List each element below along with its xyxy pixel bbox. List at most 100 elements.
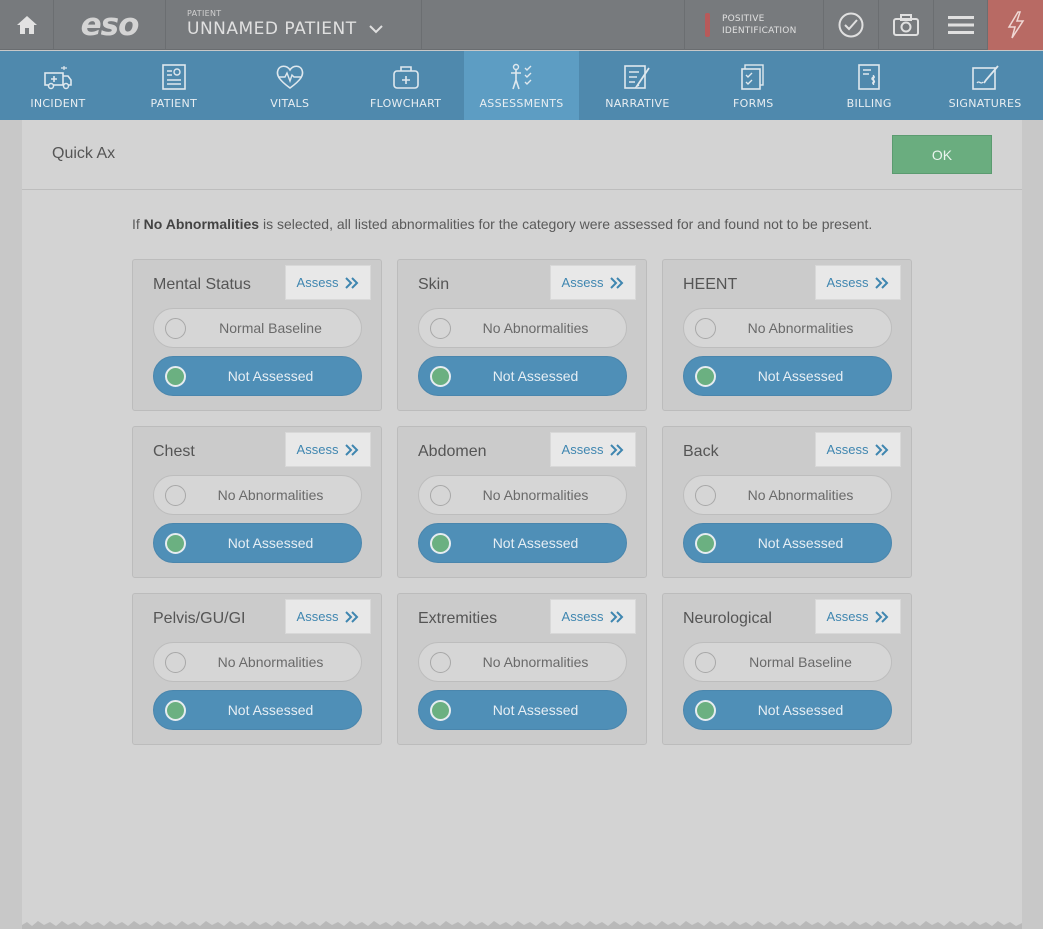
ok-button[interactable]: OK [892, 135, 992, 174]
nav-vitals[interactable]: VITALS [232, 51, 348, 120]
assess-button[interactable]: Assess [285, 432, 371, 467]
assess-button[interactable]: Assess [285, 265, 371, 300]
selected-radio[interactable]: Not Assessed [683, 356, 892, 396]
positive-identification-button[interactable]: POSITIVE IDENTIFICATION [684, 0, 824, 50]
panel-header: Quick Ax OK [22, 120, 1022, 190]
assess-button[interactable]: Assess [550, 599, 636, 634]
positive-id-line1: POSITIVE [722, 14, 765, 24]
nav-billing[interactable]: BILLING [811, 51, 927, 120]
option-radio[interactable]: No Abnormalities [683, 475, 892, 515]
selected-radio[interactable]: Not Assessed [153, 356, 362, 396]
radio-circle [165, 366, 186, 387]
radio-circle [695, 533, 716, 554]
option-radio[interactable]: No Abnormalities [418, 308, 627, 348]
card-pelvis-gu-gi: Pelvis/GU/GI Assess No Abnormalities Not… [132, 593, 382, 745]
nav-patient[interactable]: PATIENT [116, 51, 232, 120]
camera-button[interactable] [879, 0, 934, 50]
card-title: Skin [418, 276, 450, 293]
radio-circle [165, 485, 186, 506]
assess-button[interactable]: Assess [815, 599, 901, 634]
nav-label: INCIDENT [30, 97, 86, 110]
double-chevron-right-icon [610, 610, 624, 623]
assess-button[interactable]: Assess [815, 432, 901, 467]
home-button[interactable] [0, 0, 54, 50]
option-radio[interactable]: No Abnormalities [418, 642, 627, 682]
eso-logo: eso [54, 0, 166, 50]
torn-paper-edge [22, 921, 1022, 929]
panel-title: Quick Ax [52, 145, 116, 162]
nav-signatures[interactable]: SIGNATURES [927, 51, 1043, 120]
selected-radio[interactable]: Not Assessed [418, 523, 627, 563]
selected-radio[interactable]: Not Assessed [683, 690, 892, 730]
card-extremities: Extremities Assess No Abnormalities Not … [397, 593, 647, 745]
note-bold: No Abnormalities [143, 216, 260, 232]
radio-circle [430, 700, 451, 721]
nav-label: ASSESSMENTS [479, 97, 564, 110]
radio-circle [430, 318, 451, 339]
top-bar: eso PATIENT UNNAMED PATIENT POSITIVE IDE… [0, 0, 1043, 50]
card-title: Chest [153, 443, 195, 460]
patient-selector[interactable]: PATIENT UNNAMED PATIENT [166, 0, 422, 50]
radio-circle [695, 366, 716, 387]
home-icon [16, 16, 37, 34]
double-chevron-right-icon [345, 443, 359, 456]
nav-forms[interactable]: FORMS [695, 51, 811, 120]
assess-label: Assess [826, 609, 869, 624]
option-radio[interactable]: Normal Baseline [683, 642, 892, 682]
double-chevron-right-icon [345, 276, 359, 289]
heart-pulse-icon [276, 65, 304, 89]
card-title: Mental Status [153, 276, 251, 293]
nav-flowchart[interactable]: FLOWCHART [348, 51, 464, 120]
assess-button[interactable]: Assess [285, 599, 371, 634]
option-radio[interactable]: Normal Baseline [153, 308, 362, 348]
lightning-icon [1007, 11, 1024, 39]
assess-label: Assess [561, 442, 604, 457]
patient-name: UNNAMED PATIENT [187, 19, 357, 39]
assess-label: Assess [296, 275, 339, 290]
radio-circle [165, 652, 186, 673]
nav-label: FLOWCHART [369, 97, 442, 110]
hamburger-menu-icon [947, 16, 974, 34]
card-neurological: Neurological Assess Normal Baseline Not … [662, 593, 912, 745]
nav-narrative[interactable]: NARRATIVE [579, 51, 695, 120]
alert-icon [705, 13, 710, 37]
option-radio[interactable]: No Abnormalities [153, 475, 362, 515]
nav-label: NARRATIVE [605, 97, 670, 110]
card-title: Back [683, 443, 719, 460]
assess-label: Assess [561, 609, 604, 624]
radio-circle [165, 700, 186, 721]
option-radio[interactable]: No Abnormalities [418, 475, 627, 515]
selected-radio[interactable]: Not Assessed [153, 690, 362, 730]
radio-circle [430, 366, 451, 387]
menu-button[interactable] [934, 0, 988, 50]
option-radio[interactable]: No Abnormalities [683, 308, 892, 348]
selected-radio[interactable]: Not Assessed [418, 690, 627, 730]
card-chest: Chest Assess No Abnormalities Not Assess… [132, 426, 382, 578]
radio-circle [165, 318, 186, 339]
check-button[interactable] [824, 0, 879, 50]
quick-actions-button[interactable] [988, 0, 1043, 50]
assess-button[interactable]: Assess [550, 432, 636, 467]
nav-label: VITALS [270, 97, 310, 110]
camera-icon [893, 14, 919, 36]
selected-radio[interactable]: Not Assessed [683, 523, 892, 563]
selected-radio[interactable]: Not Assessed [418, 356, 627, 396]
selected-radio[interactable]: Not Assessed [153, 523, 362, 563]
instruction-note: If No Abnormalities is selected, all lis… [132, 216, 872, 232]
double-chevron-right-icon [875, 276, 889, 289]
pen-document-icon [624, 65, 651, 89]
card-title: Extremities [418, 610, 498, 627]
patient-label: PATIENT [187, 9, 222, 18]
nav-incident[interactable]: INCIDENT [0, 51, 116, 120]
assess-button[interactable]: Assess [815, 265, 901, 300]
check-circle-icon [838, 12, 864, 38]
radio-circle [430, 485, 451, 506]
assess-label: Assess [561, 275, 604, 290]
double-chevron-right-icon [610, 443, 624, 456]
signature-icon [972, 65, 999, 90]
option-radio[interactable]: No Abnormalities [153, 642, 362, 682]
nav-assessments[interactable]: ASSESSMENTS [463, 51, 580, 120]
assess-button[interactable]: Assess [550, 265, 636, 300]
card-abdomen: Abdomen Assess No Abnormalities Not Asse… [397, 426, 647, 578]
medkit-icon [392, 66, 419, 89]
